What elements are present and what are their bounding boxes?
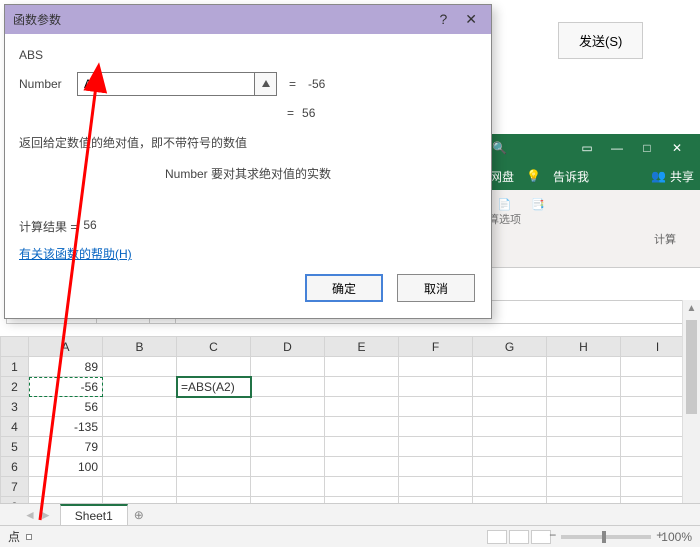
col-header[interactable]: B	[103, 337, 177, 357]
row-header[interactable]: 3	[1, 397, 29, 417]
function-result-preview: 56	[302, 106, 315, 120]
cell[interactable]: 100	[29, 457, 103, 477]
function-name: ABS	[19, 48, 477, 62]
dialog-close-icon[interactable]: ✕	[465, 11, 477, 28]
col-header[interactable]: A	[29, 337, 103, 357]
window-close-icon[interactable]: ✕	[662, 141, 692, 155]
range-selector-icon[interactable]	[255, 72, 277, 96]
row-header[interactable]: 2	[1, 377, 29, 397]
sheet-nav-prev-icon[interactable]: ◄	[24, 508, 36, 522]
col-header[interactable]: C	[177, 337, 251, 357]
cell[interactable]: 89	[29, 357, 103, 377]
arg-evaluated-value: -56	[308, 77, 325, 91]
cell[interactable]: 56	[29, 397, 103, 417]
share-button[interactable]: 共享	[670, 168, 694, 185]
equals-sign: =	[287, 106, 294, 120]
function-help-link[interactable]: 有关该函数的帮助(H)	[19, 247, 132, 261]
ribbon-item-calc-sheet[interactable]: 📑	[531, 198, 545, 211]
arg-label-number: Number	[19, 77, 69, 91]
col-header[interactable]: H	[547, 337, 621, 357]
share-icon: 👥	[651, 169, 666, 183]
bulb-icon: 💡	[526, 169, 541, 183]
ribbon-tab-netdisk[interactable]: 网盘	[490, 168, 514, 185]
equals-sign: =	[289, 77, 296, 91]
row-header[interactable]: 4	[1, 417, 29, 437]
function-arguments-dialog: 函数参数 ? ✕ ABS Number = -56 = 56 返回给定数值的绝对…	[4, 4, 492, 319]
row-header[interactable]: 1	[1, 357, 29, 377]
cell-referenced[interactable]: -56	[29, 377, 103, 397]
argument-description: Number 要对其求绝对值的实数	[19, 165, 477, 182]
row-header[interactable]: 7	[1, 477, 29, 497]
window-maximize-icon[interactable]: □	[632, 141, 662, 155]
calc-result-label: 计算结果 =	[19, 218, 77, 235]
sheet-tab[interactable]: Sheet1	[60, 504, 128, 526]
row-header[interactable]: 6	[1, 457, 29, 477]
dialog-help-icon[interactable]: ?	[439, 11, 447, 28]
col-header[interactable]: D	[251, 337, 325, 357]
search-icon: 🔍	[492, 141, 507, 155]
cancel-button[interactable]: 取消	[397, 274, 475, 302]
row-header[interactable]: 5	[1, 437, 29, 457]
function-description: 返回给定数值的绝对值，即不带符号的数值	[19, 134, 477, 151]
vertical-scrollbar[interactable]: ▲	[682, 300, 700, 503]
ok-button[interactable]: 确定	[305, 274, 383, 302]
select-all-corner[interactable]	[1, 337, 29, 357]
ribbon-group-label: 计算	[488, 227, 692, 249]
active-cell[interactable]: =ABS(A2)	[177, 377, 251, 397]
macro-record-icon[interactable]	[26, 534, 32, 540]
col-header[interactable]: F	[399, 337, 473, 357]
zoom-slider[interactable]	[561, 535, 651, 539]
cell[interactable]: -135	[29, 417, 103, 437]
dialog-title: 函数参数	[13, 11, 61, 28]
col-header[interactable]: E	[325, 337, 399, 357]
view-page-layout-icon[interactable]	[509, 530, 529, 544]
spreadsheet-grid[interactable]: A B C D E F G H I 189 2-56=ABS(A2) 356 4…	[0, 336, 695, 503]
scroll-up-icon[interactable]: ▲	[683, 300, 700, 318]
status-mode: 点	[8, 528, 20, 545]
view-normal-icon[interactable]	[487, 530, 507, 544]
window-ribbon-opts-icon[interactable]: ▭	[572, 141, 602, 155]
view-page-break-icon[interactable]	[531, 530, 551, 544]
sheet-nav-next-icon[interactable]: ►	[40, 508, 52, 522]
send-button[interactable]: 发送(S)	[558, 22, 643, 59]
col-header[interactable]: G	[473, 337, 547, 357]
add-sheet-icon[interactable]: ⊕	[128, 508, 150, 522]
zoom-level[interactable]: 100%	[661, 530, 692, 544]
window-minimize-icon[interactable]: —	[602, 141, 632, 155]
ribbon-item-calc-options[interactable]: 📄 算选项	[488, 198, 521, 227]
arg-input-number[interactable]	[77, 72, 255, 96]
tell-me[interactable]: 告诉我	[553, 168, 589, 185]
calc-result-value: 56	[83, 218, 96, 235]
cell[interactable]: 79	[29, 437, 103, 457]
excel-window: 🔍 ▭ — □ ✕ 网盘 💡 告诉我 👥 共享 📄 算选项 📑 计算	[480, 134, 700, 268]
